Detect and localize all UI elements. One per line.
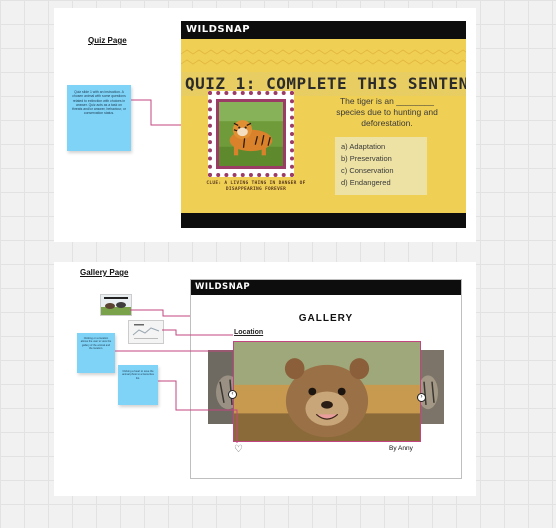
- quiz-footer-bar: [181, 213, 466, 228]
- arrow-left-icon[interactable]: ‹: [228, 390, 237, 399]
- gallery-header-bar: WILDSNAP: [191, 280, 461, 295]
- quokka-photo[interactable]: [233, 341, 421, 442]
- sticky-note-text: Quiz slide 1 with an instruction. A chos…: [71, 90, 127, 116]
- option-b[interactable]: b) Preservation: [341, 153, 421, 165]
- wildsnap-logo: WILDSNAP: [186, 24, 251, 35]
- quiz-frame-title[interactable]: Quiz Page: [88, 36, 127, 45]
- clue-line: DISAPPEARING FOREVER: [225, 187, 287, 192]
- wildsnap-logo: WILDSNAP: [195, 282, 251, 292]
- tiger-photo: [219, 102, 283, 166]
- sticky-note-location[interactable]: Clicking on a location allows the user t…: [77, 333, 115, 373]
- location-link[interactable]: Location: [234, 329, 263, 336]
- zigzag-pattern: [181, 59, 466, 65]
- question-line: The tiger is an ________: [339, 96, 435, 106]
- reference-thumbnail-animals[interactable]: [100, 294, 132, 316]
- option-c[interactable]: c) Conservation: [341, 165, 421, 177]
- reference-thumbnail-map[interactable]: [128, 320, 164, 344]
- sticky-note-like[interactable]: Clicking a heart to save the animal phot…: [118, 365, 158, 405]
- option-a[interactable]: a) Adaptation: [341, 141, 421, 153]
- sticky-note-quiz[interactable]: Quiz slide 1 with an instruction. A chos…: [67, 85, 131, 151]
- question-line: species due to hunting and: [336, 107, 438, 117]
- arrow-right-icon[interactable]: ›: [417, 393, 426, 402]
- answer-options: a) Adaptation b) Preservation c) Conserv…: [335, 137, 427, 195]
- gallery-title: GALLERY: [298, 313, 354, 324]
- quiz-clue: CLUE: A LIVING THING IN DANGER OF DISAPP…: [201, 181, 311, 193]
- gallery-slide[interactable]: WILDSNAP GALLERY Location ‹ › ♡ By Anny: [190, 279, 462, 479]
- heart-icon[interactable]: ♡: [234, 445, 243, 455]
- carousel-next-image[interactable]: [420, 350, 444, 424]
- sticky-note-text: Clicking on a location allows the user t…: [80, 337, 112, 351]
- author-byline: By Anny: [389, 445, 413, 452]
- zigzag-pattern: [181, 49, 466, 55]
- quiz-slide[interactable]: WILDSNAP QUIZ 1: COMPLETE THIS SENTENCE: [181, 21, 466, 228]
- sticky-note-text: Clicking a heart to save the animal phot…: [122, 370, 154, 380]
- option-d[interactable]: d) Endangered: [341, 177, 421, 189]
- quiz-header-bar: WILDSNAP: [181, 21, 466, 39]
- question-line: deforestation.: [361, 118, 413, 128]
- quiz-question: The tiger is an ________ species due to …: [316, 96, 458, 129]
- tiger-stamp-frame: [208, 91, 294, 177]
- gallery-frame-title[interactable]: Gallery Page: [80, 268, 128, 277]
